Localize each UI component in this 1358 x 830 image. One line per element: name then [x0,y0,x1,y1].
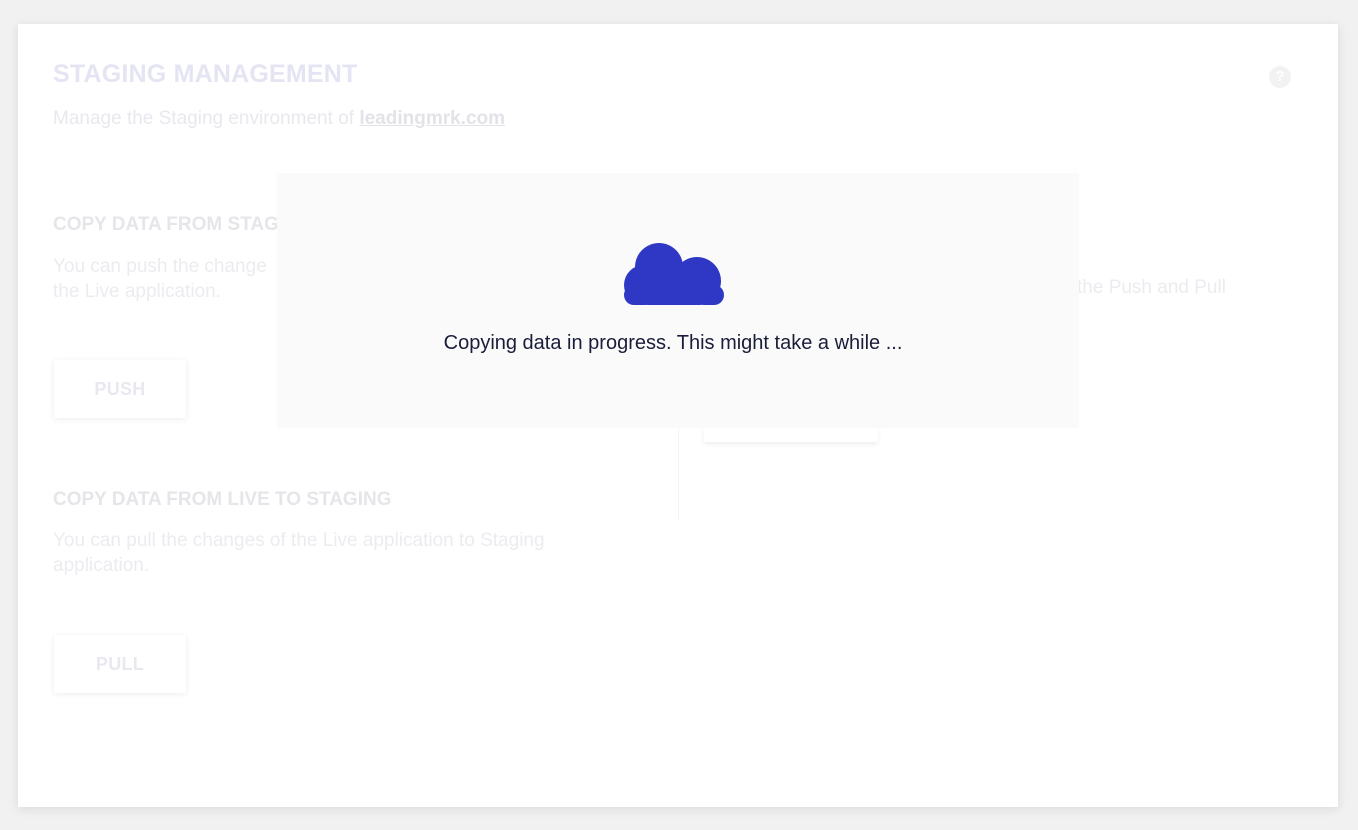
pull-section-description: You can pull the changes of the Live app… [53,528,613,578]
pull-button[interactable]: PULL [54,635,186,693]
push-button[interactable]: PUSH [54,360,186,418]
pull-desc-line-2: application. [53,555,150,576]
right-section-button[interactable] [704,428,878,442]
staging-management-card: STAGING MANAGEMENT Manage the Staging en… [18,24,1338,807]
cloud-icon [624,243,724,305]
column-divider [678,428,679,520]
pull-section-heading: COPY DATA FROM LIVE TO STAGING [53,489,392,510]
domain-link[interactable]: leadingmrk.com [359,108,505,129]
help-icon[interactable]: ? [1269,66,1291,88]
page-subtitle: Manage the Staging environment of leadin… [53,108,505,130]
pull-desc-line-1: You can pull the changes of the Live app… [53,530,545,551]
right-section-description: the Push and Pull [1077,277,1226,298]
push-section-heading: COPY DATA FROM STAG [53,214,279,235]
subtitle-text: Manage the Staging environment of [53,108,360,129]
progress-overlay: Copying data in progress. This might tak… [277,173,1079,428]
progress-message: Copying data in progress. This might tak… [443,332,903,354]
page-title: STAGING MANAGEMENT [53,60,358,88]
